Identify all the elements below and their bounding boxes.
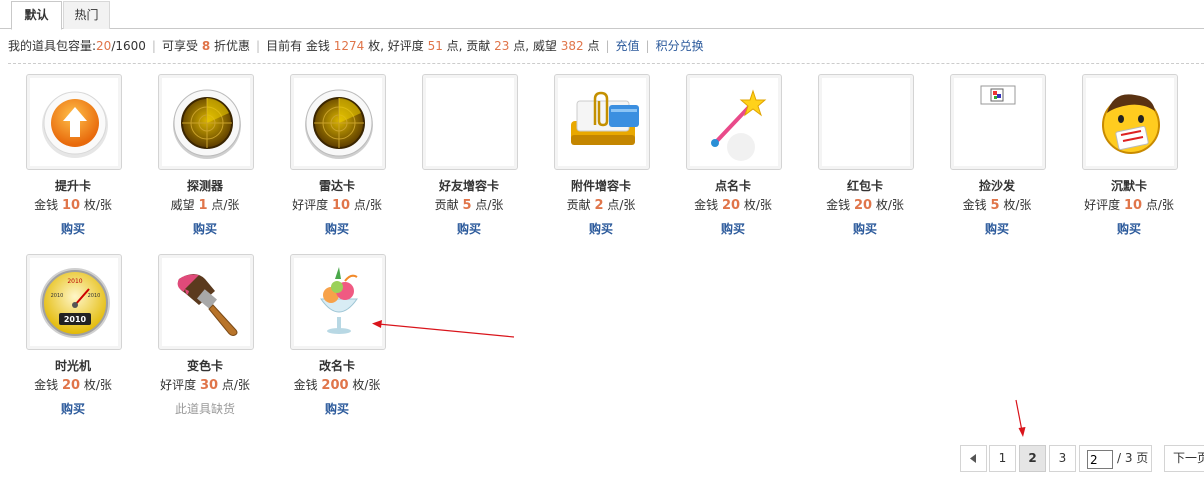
- annotation-arrow: [1015, 399, 1026, 437]
- page-jump-input[interactable]: [1087, 450, 1113, 469]
- pagination: 1 2 3 / 3 页 下一页: [960, 445, 1204, 472]
- page-total-label: / 3 页: [1117, 451, 1149, 465]
- page-2-button[interactable]: 2: [1019, 445, 1046, 472]
- prev-page-button[interactable]: [960, 445, 987, 472]
- page-jump-box: / 3 页: [1079, 445, 1152, 472]
- next-page-button[interactable]: 下一页: [1164, 445, 1204, 472]
- caret-left-icon: [970, 454, 976, 463]
- page-1-button[interactable]: 1: [989, 445, 1016, 472]
- annotation-arrow: [372, 320, 515, 338]
- page-3-button[interactable]: 3: [1049, 445, 1076, 472]
- annotation-overlay: [372, 320, 1026, 437]
